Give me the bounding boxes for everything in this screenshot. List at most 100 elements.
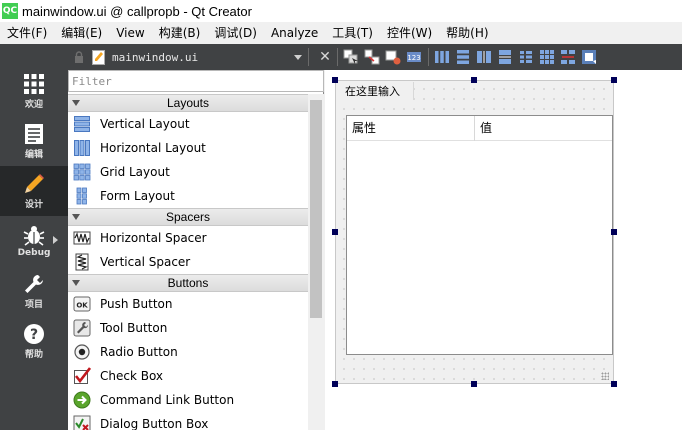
widget-item-vertical-layout[interactable]: Vertical Layout [68, 112, 308, 136]
menu-file[interactable]: 文件(F) [0, 22, 54, 44]
selection-handle-top[interactable] [471, 77, 477, 83]
category-layouts[interactable]: Layouts [68, 94, 308, 112]
close-document-button[interactable]: ✕ [319, 49, 331, 65]
ui-file-icon [92, 49, 105, 65]
layout-horizontal-icon [435, 51, 449, 63]
title-bar: QC mainwindow.ui @ callpropb - Qt Creato… [0, 0, 682, 22]
pencil-icon [25, 173, 44, 193]
toolbar-separator [428, 48, 429, 66]
widget-item-radio-button[interactable]: Radio Button [68, 340, 308, 364]
selection-handle-top-left[interactable] [332, 77, 338, 83]
layout-splitter-horizontal-button[interactable] [476, 49, 492, 65]
selection-handle-bottom-left[interactable] [332, 381, 338, 387]
file-dropdown-arrow-icon[interactable] [294, 54, 302, 60]
widget-item-horizontal-layout[interactable]: Horizontal Layout [68, 136, 308, 160]
menu-debug[interactable]: 调试(D) [207, 22, 264, 44]
menu-edit[interactable]: 编辑(E) [54, 22, 109, 44]
column-header-value[interactable]: 值 [475, 116, 492, 141]
edit-signals-slots-button[interactable] [364, 49, 380, 65]
category-buttons[interactable]: Buttons [68, 274, 308, 292]
menu-build[interactable]: 构建(B) [152, 22, 208, 44]
widget-item-form-layout[interactable]: Form Layout [68, 184, 308, 208]
mode-welcome-label: 欢迎 [24, 99, 43, 110]
radio-button-icon [72, 342, 92, 362]
widget-filter-field[interactable] [68, 70, 324, 92]
menu-analyze[interactable]: Analyze [264, 22, 325, 44]
mode-debug[interactable]: Debug [0, 216, 68, 266]
layout-horizontally-button[interactable] [434, 49, 450, 65]
mode-projects[interactable]: 项目 [0, 266, 68, 316]
widget-item-horizontal-spacer[interactable]: Horizontal Spacer [68, 226, 308, 250]
edit-widgets-button[interactable] [343, 49, 359, 65]
mode-selector: 欢迎 编辑 设计 Debug 项目 ? 帮助 [0, 44, 68, 430]
widget-item-label: Radio Button [100, 345, 178, 359]
widget-item-label: Vertical Layout [100, 117, 190, 131]
main-window-form[interactable]: 在这里输入 属性 值 [335, 80, 614, 384]
widget-item-label: Dialog Button Box [100, 417, 209, 430]
horizontal-layout-icon [72, 138, 92, 158]
widget-item-check-box[interactable]: Check Box [68, 364, 308, 388]
collapse-arrow-icon[interactable] [72, 214, 80, 220]
tool-button-icon [72, 318, 92, 338]
column-header-property[interactable]: 属性 [347, 116, 475, 141]
buddies-icon [385, 50, 401, 65]
signals-slots-icon [364, 49, 380, 65]
edit-tab-order-button[interactable]: 123 [406, 49, 422, 65]
check-box-icon [72, 366, 92, 386]
layout-grid-icon [540, 50, 554, 64]
selection-handle-top-right[interactable] [611, 77, 617, 83]
svg-text:?: ? [30, 327, 38, 343]
widget-item-label: Form Layout [100, 189, 175, 203]
adjust-size-button[interactable] [581, 49, 597, 65]
property-table-widget[interactable]: 属性 值 [346, 115, 613, 355]
mode-edit[interactable]: 编辑 [0, 116, 68, 166]
scrollbar-thumb[interactable] [310, 100, 322, 318]
widget-list-scrollbar[interactable] [308, 94, 324, 430]
mode-help[interactable]: ? 帮助 [0, 316, 68, 366]
menu-bar-placeholder[interactable]: 在这里输入 [338, 82, 414, 100]
horizontal-spacer-icon [72, 228, 92, 248]
layout-form-icon [520, 51, 532, 63]
category-label: Buttons [167, 276, 209, 290]
collapse-arrow-icon[interactable] [72, 280, 80, 286]
menu-tools[interactable]: 工具(T) [325, 22, 380, 44]
toolbar-separator [337, 48, 338, 66]
layout-in-form-button[interactable] [518, 49, 534, 65]
selection-handle-left[interactable] [332, 229, 338, 235]
category-spacers[interactable]: Spacers [68, 208, 308, 226]
svg-text:123: 123 [407, 54, 420, 62]
qt-creator-logo-icon: QC [2, 3, 18, 19]
question-icon: ? [24, 323, 44, 344]
mode-design-label: 设计 [24, 199, 43, 210]
menu-widgets[interactable]: 控件(W) [380, 22, 439, 44]
selection-handle-bottom-right[interactable] [611, 381, 617, 387]
selection-handle-bottom[interactable] [471, 381, 477, 387]
size-grip-icon[interactable] [601, 372, 609, 380]
mode-welcome[interactable]: 欢迎 [0, 66, 68, 116]
form-layout-icon [72, 186, 92, 206]
widget-item-command-link-button[interactable]: Command Link Button [68, 388, 308, 412]
widget-item-dialog-button-box[interactable]: Dialog Button Box [68, 412, 308, 430]
layout-vertically-button[interactable] [455, 49, 471, 65]
dialog-button-box-icon [72, 414, 92, 430]
mode-debug-label: Debug [17, 248, 51, 258]
widget-item-push-button[interactable]: OK Push Button [68, 292, 308, 316]
layout-splitter-vertical-button[interactable] [497, 49, 513, 65]
mode-design[interactable]: 设计 [0, 166, 68, 216]
widget-item-label: Grid Layout [100, 165, 170, 179]
document-lines-icon [25, 123, 43, 144]
widget-item-grid-layout[interactable]: Grid Layout [68, 160, 308, 184]
layout-grid-button[interactable] [539, 49, 555, 65]
edit-buddies-button[interactable] [385, 49, 401, 65]
mode-help-label: 帮助 [24, 349, 43, 360]
menu-help[interactable]: 帮助(H) [439, 22, 495, 44]
widget-filter-input[interactable] [69, 71, 323, 91]
menu-view[interactable]: View [109, 22, 151, 44]
widget-item-vertical-spacer[interactable]: Vertical Spacer [68, 250, 308, 274]
selection-handle-right[interactable] [611, 229, 617, 235]
collapse-arrow-icon[interactable] [72, 100, 80, 106]
open-file-selector[interactable]: mainwindow.ui [112, 51, 282, 64]
form-editor-canvas[interactable]: 在这里输入 属性 值 [325, 70, 682, 430]
widget-item-tool-button[interactable]: Tool Button [68, 316, 308, 340]
break-layout-button[interactable] [560, 49, 576, 65]
